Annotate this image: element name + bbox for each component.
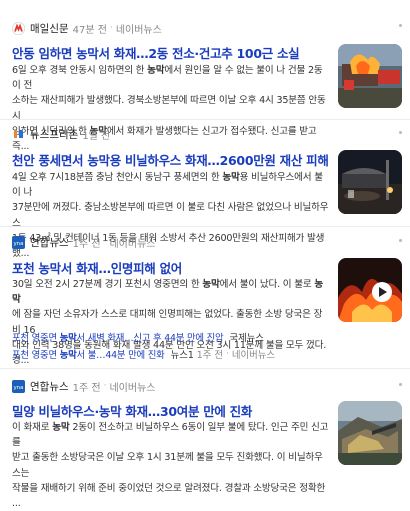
more-options-icon[interactable] <box>399 239 402 242</box>
more-options-icon[interactable] <box>399 24 402 27</box>
news-thumbnail[interactable] <box>338 150 402 214</box>
yonhap-logo-icon: yna <box>12 235 25 249</box>
source-name[interactable]: 연합뉴스 <box>30 235 69 250</box>
svg-text:yna: yna <box>13 241 23 247</box>
source-row: yna 연합뉴스 1주 전 · 네이버뉴스 <box>12 379 156 394</box>
naver-news-link[interactable]: 네이버뉴스 <box>109 379 155 394</box>
source-row: 뉴스프리존 1일 전 <box>12 126 110 142</box>
news-title[interactable]: 밀양 비닐하우스·농막 화재…30여분 만에 진화 <box>12 401 330 420</box>
more-options-icon[interactable] <box>399 131 402 134</box>
related-article[interactable]: 포천 영중면 농막서 새벽 화재…신고 후 44분 만에 진압 국제뉴스 <box>12 330 264 344</box>
time: 47분 전 <box>72 24 107 36</box>
naver-news-link[interactable]: 네이버뉴스 <box>109 235 155 250</box>
news-thumbnail[interactable] <box>338 401 402 465</box>
related-article[interactable]: 포천 영중면 농막서 불…44분 만에 진화 뉴스1 1주 전 · 네이버뉴스 <box>12 347 275 361</box>
naver-news-link[interactable]: 네이버뉴스 <box>116 21 162 36</box>
news-title[interactable]: 천안 풍세면서 농막용 비닐하우스 화재…2600만원 재산 피해 <box>12 150 330 169</box>
video-thumbnail[interactable] <box>338 258 402 322</box>
source-name[interactable]: 연합뉴스 <box>30 379 69 394</box>
news-title[interactable]: 포천 농막서 화재…인명피해 없어 <box>12 258 330 277</box>
maeil-logo-icon <box>11 21 26 35</box>
news-title[interactable]: 안동 임하면 농막서 화재…2동 전소·건고추 100근 소실 <box>12 43 330 62</box>
svg-text:yna: yna <box>13 385 23 391</box>
more-options-icon[interactable] <box>399 383 402 386</box>
time: 1주 전 <box>72 382 101 394</box>
source-name[interactable]: 매일신문 <box>30 21 69 36</box>
source-row: 매일신문 47분 전 · 네이버뉴스 <box>11 20 162 36</box>
news-thumbnail[interactable] <box>338 44 402 108</box>
source-row: yna 연합뉴스 1주 전 · 네이버뉴스 <box>12 235 156 250</box>
time: 1주 전 <box>72 238 101 250</box>
time: 1일 전 <box>82 130 111 142</box>
newsfreezone-logo-icon <box>12 128 25 141</box>
source-name[interactable]: 뉴스프리존 <box>30 127 78 142</box>
news-snippet: 이 화재로 농막 2동이 전소하고 비닐하우스 6동이 일부 불에 탔다. 인근… <box>12 422 329 510</box>
yonhap-logo-icon: yna <box>12 379 25 393</box>
